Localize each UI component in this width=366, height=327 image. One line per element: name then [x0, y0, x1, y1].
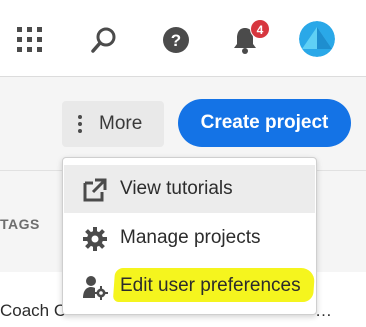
- help-icon[interactable]: ?: [162, 26, 190, 54]
- top-header: ? 4: [0, 0, 366, 77]
- svg-text:?: ?: [171, 31, 181, 50]
- menu-item-manage-projects[interactable]: Manage projects: [64, 214, 315, 262]
- external-link-icon: [83, 178, 107, 202]
- menu-item-edit-user-preferences[interactable]: Edit user preferences: [64, 262, 316, 310]
- apps-grid-icon[interactable]: [17, 27, 43, 53]
- notification-count-badge: 4: [250, 19, 270, 39]
- more-button-label: More: [99, 113, 143, 134]
- menu-item-view-tutorials[interactable]: View tutorials: [64, 165, 315, 213]
- more-vertical-icon: [78, 115, 82, 133]
- column-header-tags[interactable]: TAGS: [0, 216, 40, 232]
- create-project-button[interactable]: Create project: [178, 99, 351, 147]
- search-icon[interactable]: [90, 26, 118, 54]
- menu-item-label: Edit user preferences: [120, 275, 301, 296]
- more-dropdown-menu: View tutorials Manage projects Edit user…: [62, 157, 317, 315]
- menu-item-label: Manage projects: [120, 227, 261, 248]
- row-trailing-ellipsis: …: [315, 301, 332, 320]
- user-avatar[interactable]: [299, 21, 335, 57]
- gear-icon: [83, 227, 107, 251]
- more-button[interactable]: More: [62, 101, 164, 147]
- row-name-cell: Coach C: [0, 301, 67, 320]
- menu-item-label: View tutorials: [120, 178, 233, 199]
- user-settings-icon: [83, 276, 108, 300]
